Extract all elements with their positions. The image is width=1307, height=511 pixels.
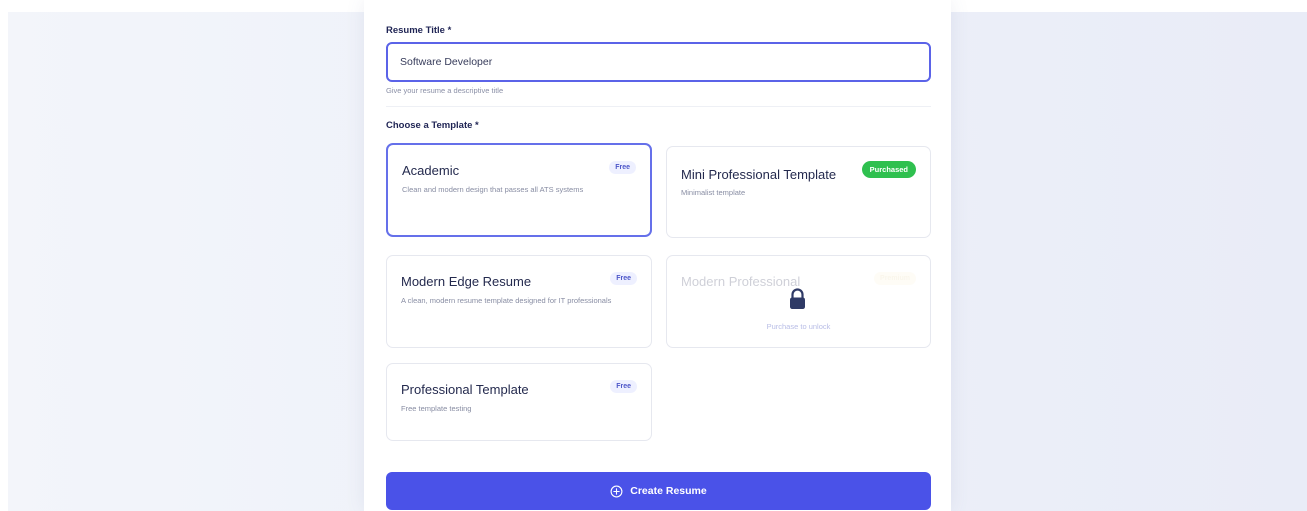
free-badge: Free xyxy=(609,161,636,174)
free-badge: Free xyxy=(610,380,637,393)
create-resume-label: Create Resume xyxy=(630,485,707,497)
template-card-academic[interactable]: Academic Free Clean and modern design th… xyxy=(386,143,652,237)
template-card-professional[interactable]: Professional Template Free Free template… xyxy=(386,363,652,441)
template-description: Minimalist template xyxy=(681,188,746,197)
lock-icon xyxy=(790,288,805,309)
create-resume-button[interactable]: Create Resume xyxy=(386,472,931,510)
template-description: A clean, modern resume template designed… xyxy=(401,296,612,305)
template-name: Professional Template xyxy=(401,382,529,397)
free-badge: Free xyxy=(610,272,637,285)
template-name: Mini Professional Template xyxy=(681,167,837,182)
template-card-modern-edge[interactable]: Modern Edge Resume Free A clean, modern … xyxy=(386,255,652,348)
template-name: Modern Edge Resume xyxy=(401,274,532,289)
plus-circle-icon xyxy=(610,485,623,497)
template-description: Free template testing xyxy=(401,404,472,413)
template-description: Clean and modern design that passes all … xyxy=(402,185,584,194)
purchased-badge: Purchased xyxy=(861,161,916,178)
template-card-locked-premium[interactable]: Modern Professional Premium Purchase to … xyxy=(666,255,931,348)
page-left-edge xyxy=(0,0,8,511)
template-name: Academic xyxy=(402,163,460,178)
template-card-mini-professional[interactable]: Mini Professional Template Purchased Min… xyxy=(666,146,931,238)
divider xyxy=(386,106,931,107)
resume-title-label: Resume Title * xyxy=(386,25,452,36)
template-label: Choose a Template * xyxy=(386,120,479,131)
premium-badge: Premium xyxy=(874,272,916,285)
locked-message: Purchase to unlock xyxy=(766,322,831,331)
create-resume-panel: Resume Title * Give your resume a descri… xyxy=(364,0,951,511)
template-name: Modern Professional xyxy=(681,274,801,289)
resume-title-input[interactable] xyxy=(386,42,931,82)
resume-title-hint: Give your resume a descriptive title xyxy=(386,86,504,95)
